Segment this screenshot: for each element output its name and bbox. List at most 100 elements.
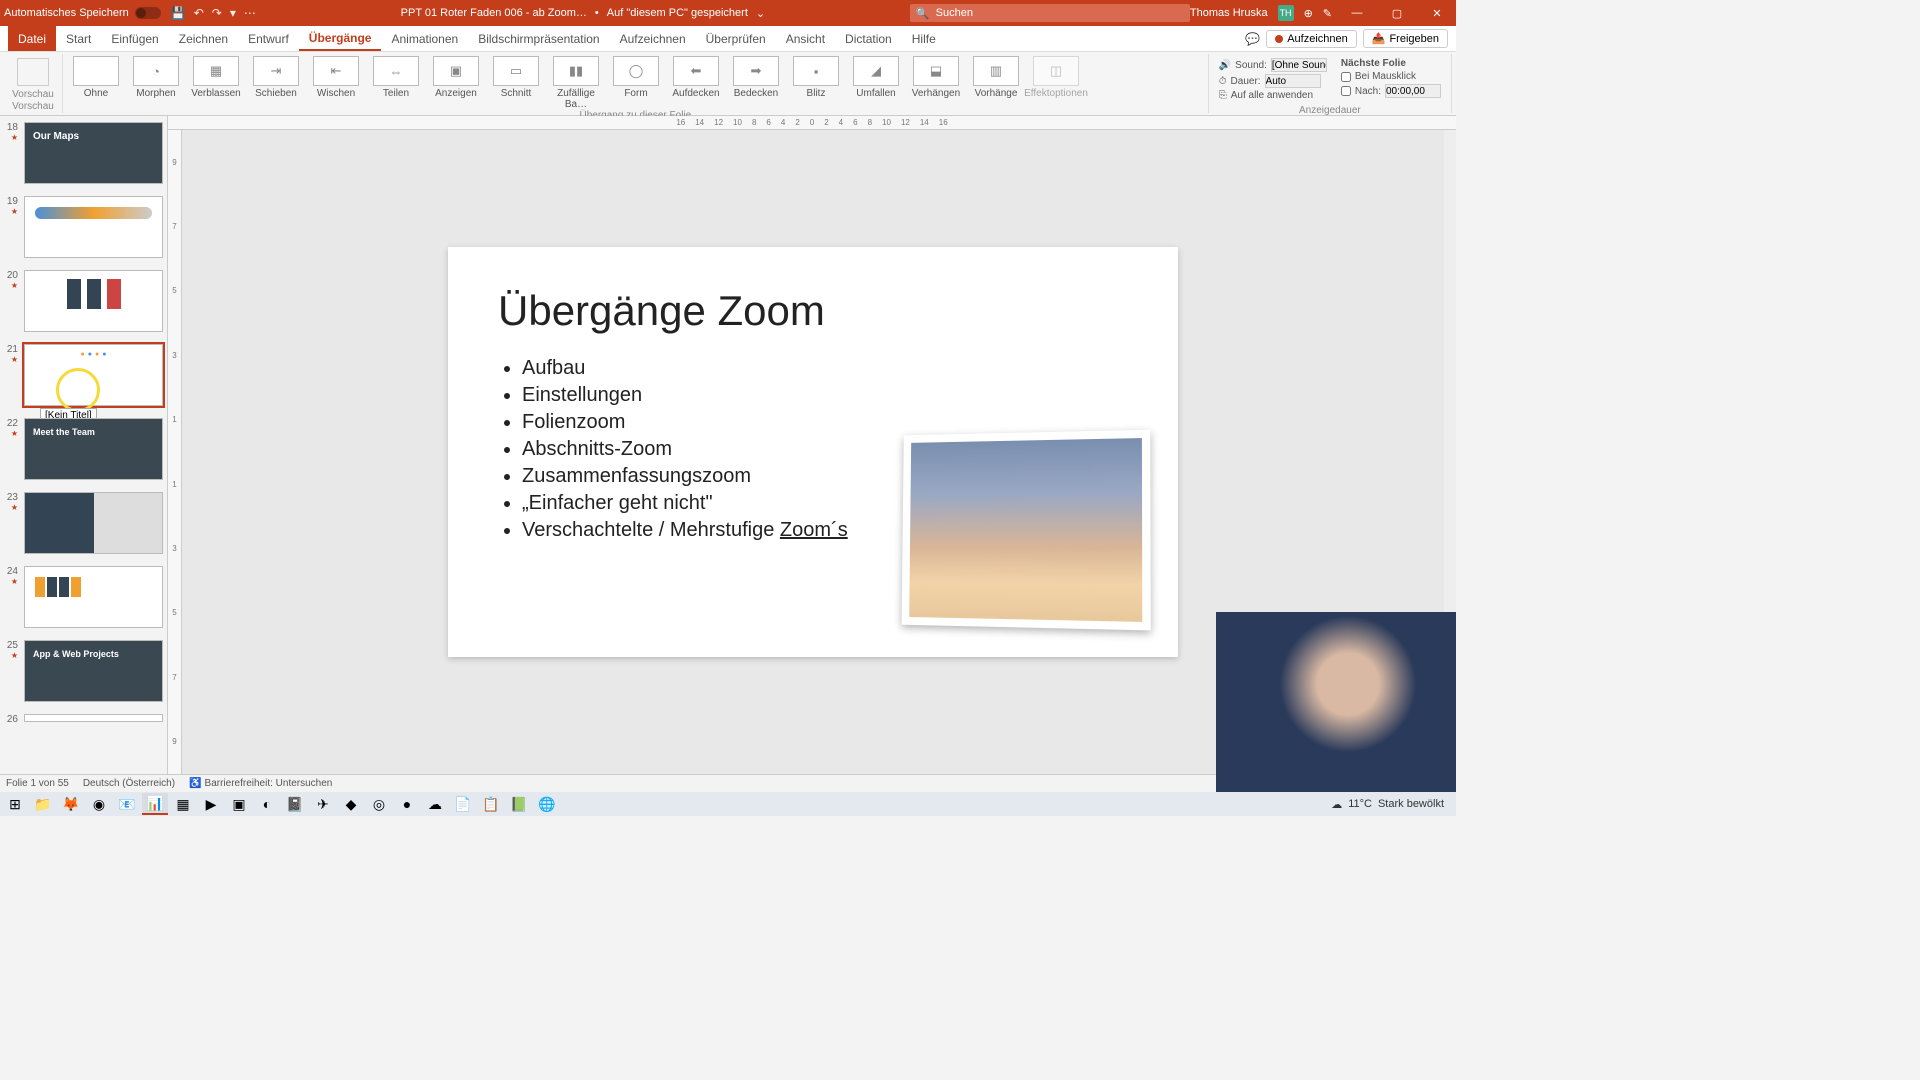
firefox-icon[interactable]: 🦊 — [58, 793, 84, 815]
telegram-icon[interactable]: ✈ — [310, 793, 336, 815]
explorer-icon[interactable]: 📁 — [30, 793, 56, 815]
more-icon[interactable]: ⋯ — [244, 6, 256, 20]
onenote-icon[interactable]: 📓 — [282, 793, 308, 815]
transition-fall[interactable]: ◢Umfallen — [847, 54, 905, 110]
person-icon: ♿ — [189, 778, 201, 789]
user-avatar[interactable]: TH — [1278, 5, 1294, 21]
sound-select[interactable] — [1271, 58, 1327, 72]
transition-fade[interactable]: ▦Verblassen — [187, 54, 245, 110]
word-icon[interactable]: 📄 — [450, 793, 476, 815]
start-icon[interactable]: ▾ — [230, 6, 236, 20]
tab-record[interactable]: Aufzeichnen — [610, 26, 696, 51]
transition-reveal[interactable]: ▣Anzeigen — [427, 54, 485, 110]
thumb-21[interactable]: 21★ ●●●● [Kein Titel] — [0, 338, 167, 412]
duration-input[interactable] — [1265, 74, 1321, 88]
start-button[interactable]: ⊞ — [2, 793, 28, 815]
doc-title: PPT 01 Roter Faden 006 - ab Zoom… — [401, 7, 587, 19]
windows-taskbar: ⊞ 📁 🦊 ◉ 📧 📊 ▦ ▶ ▣ ◐ 📓 ✈ ◆ ◎ ● ☁ 📄 📋 📗 🌐 … — [0, 792, 1456, 816]
slide-canvas[interactable]: Übergänge Zoom Aufbau Einstellungen Foli… — [448, 247, 1178, 657]
transition-wipe[interactable]: ⇤Wischen — [307, 54, 365, 110]
tab-transitions[interactable]: Übergänge — [299, 26, 382, 51]
close-button[interactable]: ✕ — [1422, 7, 1452, 20]
thumb-23[interactable]: 23★ — [0, 486, 167, 560]
clock-icon: ⏱ — [1219, 76, 1227, 87]
app5-icon[interactable]: ◎ — [366, 793, 392, 815]
thumb-24[interactable]: 24★ — [0, 560, 167, 634]
tab-insert[interactable]: Einfügen — [101, 26, 168, 51]
autosave-label: Automatisches Speichern — [4, 7, 129, 19]
slide-image — [902, 430, 1151, 631]
apply-all-button[interactable]: ⎘Auf alle anwenden — [1219, 90, 1327, 101]
present-icon[interactable]: ⊕ — [1304, 7, 1313, 20]
transition-drape[interactable]: ⬓Verhängen — [907, 54, 965, 110]
vlc-icon[interactable]: ▶ — [198, 793, 224, 815]
tab-help[interactable]: Hilfe — [902, 26, 946, 51]
after-checkbox[interactable] — [1341, 86, 1351, 96]
share-button[interactable]: 📤Freigeben — [1363, 29, 1448, 48]
transition-split[interactable]: ⇔Teilen — [367, 54, 425, 110]
record-button[interactable]: Aufzeichnen — [1266, 30, 1357, 48]
transition-cover[interactable]: ➡Bedecken — [727, 54, 785, 110]
draw-icon[interactable]: ✎ — [1323, 7, 1332, 20]
app3-icon[interactable]: ◐ — [254, 793, 280, 815]
accessibility-status[interactable]: ♿Barrierefreiheit: Untersuchen — [189, 778, 332, 789]
chevron-down-icon[interactable]: ⌄ — [756, 7, 765, 20]
transition-flash[interactable]: ▪Blitz — [787, 54, 845, 110]
search-box[interactable]: 🔍 Suchen — [910, 4, 1190, 22]
transition-morph[interactable]: ◔Morphen — [127, 54, 185, 110]
thumb-25[interactable]: 25★ App & Web Projects — [0, 634, 167, 708]
transition-random[interactable]: ▮▮Zufällige Ba… — [547, 54, 605, 110]
share-icon: 📤 — [1372, 32, 1386, 45]
comments-icon[interactable]: 💬 — [1245, 32, 1260, 46]
tab-review[interactable]: Überprüfen — [696, 26, 776, 51]
preview-button[interactable]: Vorschau — [8, 54, 58, 101]
tab-file[interactable]: Datei — [8, 26, 56, 51]
tab-view[interactable]: Ansicht — [776, 26, 835, 51]
app2-icon[interactable]: ▣ — [226, 793, 252, 815]
redo-icon[interactable]: ↷ — [212, 6, 222, 20]
transition-curtains[interactable]: ▥Vorhänge — [967, 54, 1025, 110]
app8-icon[interactable]: 📋 — [478, 793, 504, 815]
undo-icon[interactable]: ↶ — [194, 6, 204, 20]
slide-counter[interactable]: Folie 1 von 55 — [6, 778, 69, 789]
tab-dictation[interactable]: Dictation — [835, 26, 902, 51]
ribbon: Vorschau Vorschau Ohne ◔Morphen ▦Verblas… — [0, 52, 1456, 116]
ruler-vertical: 9753113579 — [168, 130, 182, 774]
ruler-horizontal: 1614121086420246810121416 — [168, 116, 1456, 130]
after-time-input[interactable] — [1385, 84, 1441, 98]
app-icon[interactable]: ▦ — [170, 793, 196, 815]
app6-icon[interactable]: ● — [394, 793, 420, 815]
next-slide-label: Nächste Folie — [1341, 58, 1441, 69]
chrome-icon[interactable]: ◉ — [86, 793, 112, 815]
transition-push[interactable]: ⇥Schieben — [247, 54, 305, 110]
tab-draw[interactable]: Zeichnen — [169, 26, 238, 51]
autosave-toggle[interactable] — [135, 7, 161, 19]
transition-cut[interactable]: ▭Schnitt — [487, 54, 545, 110]
app7-icon[interactable]: ☁ — [422, 793, 448, 815]
tab-design[interactable]: Entwurf — [238, 26, 299, 51]
minimize-button[interactable]: — — [1342, 7, 1372, 19]
transition-none[interactable]: Ohne — [67, 54, 125, 110]
tab-start[interactable]: Start — [56, 26, 101, 51]
maximize-button[interactable]: ▢ — [1382, 7, 1412, 20]
thumb-18[interactable]: 18★ Our Maps — [0, 116, 167, 190]
transition-uncover[interactable]: ⬅Aufdecken — [667, 54, 725, 110]
app4-icon[interactable]: ◆ — [338, 793, 364, 815]
outlook-icon[interactable]: 📧 — [114, 793, 140, 815]
language-status[interactable]: Deutsch (Österreich) — [83, 778, 175, 789]
thumb-19[interactable]: 19★ — [0, 190, 167, 264]
effect-options: ◫Effektoptionen — [1027, 54, 1085, 110]
on-click-checkbox[interactable] — [1341, 72, 1351, 82]
thumb-20[interactable]: 20★ — [0, 264, 167, 338]
transition-shape[interactable]: ◯Form — [607, 54, 665, 110]
edge-icon[interactable]: 🌐 — [534, 793, 560, 815]
ribbon-tabs: Datei Start Einfügen Zeichnen Entwurf Üb… — [0, 26, 1456, 52]
weather-widget[interactable]: ☁ 11°C Stark bewölkt — [1321, 798, 1454, 811]
save-icon[interactable]: 💾 — [171, 6, 186, 20]
excel-icon[interactable]: 📗 — [506, 793, 532, 815]
powerpoint-icon[interactable]: 📊 — [142, 793, 168, 815]
tab-animations[interactable]: Animationen — [381, 26, 468, 51]
thumb-26[interactable]: 26 — [0, 708, 167, 731]
thumb-22[interactable]: 22★ Meet the Team — [0, 412, 167, 486]
tab-slideshow[interactable]: Bildschirmpräsentation — [468, 26, 609, 51]
